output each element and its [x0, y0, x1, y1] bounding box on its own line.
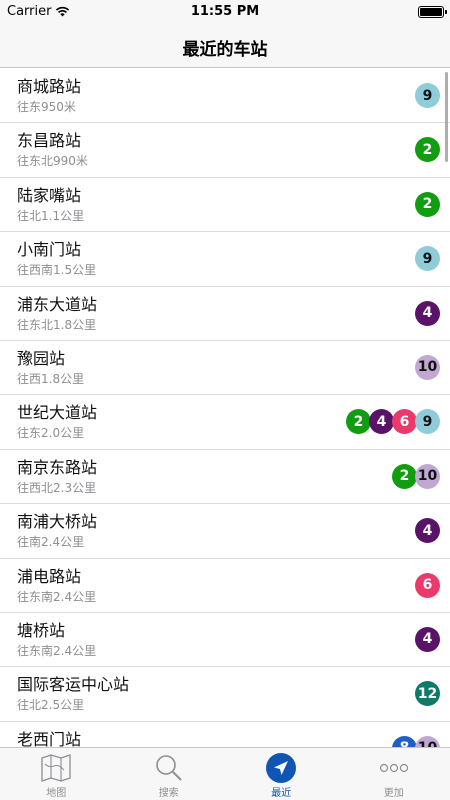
battery-icon [418, 6, 447, 18]
line-badges: 4 [415, 626, 440, 652]
station-name: 国际客运中心站 [17, 675, 130, 695]
line-badge: 10 [415, 354, 440, 380]
line-badge: 2 [415, 137, 440, 163]
line-badge: 9 [415, 246, 440, 272]
station-text: 小南门站往西南1.5公里 [17, 239, 450, 279]
line-badges: 810 [392, 735, 440, 747]
line-badge: 4 [415, 518, 440, 544]
station-distance: 往西北2.3公里 [17, 480, 97, 495]
station-text: 商城路站往东950米 [17, 76, 450, 116]
line-badges: 9 [415, 83, 440, 108]
status-time: 11:55 PM [190, 4, 260, 19]
line-badges: 12 [415, 681, 440, 707]
tab-bar: 地图 搜索 最近 更加 [0, 747, 450, 800]
line-badges: 4 [415, 300, 440, 326]
line-badges: 2 [415, 137, 440, 163]
station-name: 浦电路站 [17, 566, 82, 586]
line-badge: 2 [346, 409, 371, 435]
station-distance: 往东北1.8公里 [17, 317, 97, 332]
location-arrow-icon [265, 753, 297, 783]
line-badge: 8 [392, 735, 417, 747]
line-badges: 2 10 [392, 463, 440, 489]
line-badges: 10 [415, 354, 440, 380]
station-text: 塘桥站往东南2.4公里 [17, 620, 450, 660]
line-badge: 4 [369, 409, 394, 435]
station-text: 浦电路站往东南2.4公里 [17, 566, 450, 606]
page-title: 最近的车站 [182, 40, 268, 60]
station-distance: 往北2.5公里 [17, 698, 85, 713]
station-row[interactable]: 南京东路站 往西北2.3公里 2 10 [0, 450, 450, 505]
station-row[interactable]: 小南门站 往西南1.5公里 9 [0, 232, 450, 287]
line-badge: 6 [415, 572, 440, 598]
line-badge: 9 [415, 83, 440, 108]
station-text: 南京东路站往西北2.3公里 [17, 457, 450, 497]
station-name: 南京东路站 [17, 457, 98, 477]
station-name: 豫园站 [17, 348, 66, 368]
station-row[interactable]: 老西门站 810 [0, 722, 450, 747]
tab-location-arrow[interactable]: 最近 [225, 748, 338, 800]
station-text: 豫园站往西1.8公里 [17, 348, 450, 388]
tab-more[interactable]: 更加 [338, 748, 450, 800]
line-badge: 4 [415, 300, 440, 326]
line-badge: 4 [415, 626, 440, 652]
station-row[interactable]: 陆家嘴站 往北1.1公里 2 [0, 178, 450, 233]
station-row[interactable]: 南浦大桥站 往南2.4公里 4 [0, 504, 450, 559]
station-row[interactable]: 豫园站 往西1.8公里 10 [0, 341, 450, 396]
line-badges: 9 [415, 246, 440, 272]
station-text: 东昌路站往东北990米 [17, 130, 450, 170]
tab-label: 地图 [46, 788, 67, 799]
tab-label: 最近 [271, 788, 292, 799]
line-badge: 2 [415, 191, 440, 217]
station-text: 陆家嘴站往北1.1公里 [17, 185, 450, 225]
line-badge: 10 [415, 735, 440, 747]
station-list[interactable]: 商城路站 往东950米 9 东昌路站 往东北990米 2 陆家嘴站 往北1.1公里 2 小南门站往… [0, 69, 450, 747]
search-icon [153, 753, 185, 783]
station-text: 国际客运中心站往北2.5公里 [17, 674, 450, 714]
station-name: 塘桥站 [17, 620, 66, 640]
station-distance: 往东950米 [17, 100, 76, 114]
station-row[interactable]: 浦电路站 往东南2.4公里 6 [0, 559, 450, 613]
map-icon [40, 753, 72, 783]
more-icon [378, 753, 410, 783]
navigation-bar: 最近的车站 [0, 24, 450, 68]
tab-label: 搜索 [158, 788, 179, 799]
line-badges: 2 [415, 191, 440, 217]
status-bar: Carrier 11:55 PM [0, 0, 450, 24]
station-name: 南浦大桥站 [17, 512, 98, 532]
line-badge: 2 [392, 463, 417, 489]
station-name: 陆家嘴站 [17, 185, 82, 205]
station-distance: 往西南1.5公里 [17, 263, 97, 278]
line-badge: 9 [415, 409, 440, 435]
station-text: 南浦大桥站往南2.4公里 [17, 511, 450, 551]
station-name: 浦东大道站 [17, 294, 98, 314]
station-row[interactable]: 东昌路站 往东北990米 2 [0, 123, 450, 178]
station-name: 东昌路站 [17, 131, 82, 151]
station-row[interactable]: 商城路站 往东950米 9 [0, 69, 450, 124]
station-name: 小南门站 [17, 240, 82, 260]
station-text: 浦东大道站往东北1.8公里 [17, 294, 450, 334]
tab-label: 更加 [383, 788, 404, 799]
station-distance: 往东南2.4公里 [17, 589, 97, 604]
scroll-indicator [445, 72, 448, 162]
station-distance: 往南2.4公里 [17, 535, 85, 550]
line-badges: 2469 [346, 409, 440, 435]
station-distance: 往东北990米 [17, 154, 88, 169]
line-badge: 6 [392, 409, 417, 435]
tab-search[interactable]: 搜索 [113, 748, 226, 800]
station-row[interactable]: 世纪大道站 往东2.0公里 2 4 6 9 [0, 395, 450, 450]
station-distance: 往北1.1公里 [17, 208, 85, 223]
station-name: 老西门站 [17, 729, 82, 747]
line-badges: 6 [415, 572, 440, 598]
station-text: 老西门站 [17, 729, 450, 747]
station-name: 商城路站 [17, 77, 82, 96]
station-distance: 往东南2.4公里 [17, 643, 97, 658]
station-row[interactable]: 国际客运中心站 往北2.5公里 12 [0, 667, 450, 722]
station-row[interactable]: 浦东大道站 往东北1.8公里 4 [0, 287, 450, 341]
tab-map[interactable]: 地图 [0, 748, 113, 800]
line-badges: 4 [415, 518, 440, 544]
station-row[interactable]: 塘桥站 往东南2.4公里 4 [0, 613, 450, 668]
line-badge: 10 [415, 463, 440, 489]
station-distance: 往西1.8公里 [17, 371, 85, 386]
line-badge: 12 [415, 681, 440, 707]
